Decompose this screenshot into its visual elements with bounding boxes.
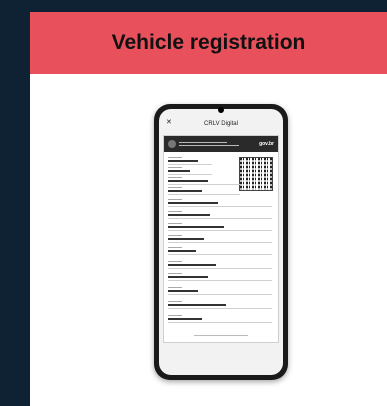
coat-of-arms-icon: [168, 140, 176, 148]
document-header: gov.br: [164, 136, 278, 152]
doc-field: [168, 176, 240, 185]
close-icon[interactable]: ✕: [166, 118, 172, 126]
gov-brand: gov.br: [259, 141, 274, 147]
registration-card: Vehicle registration ✕ CRLV Digital gov.…: [30, 12, 387, 406]
doc-field: [168, 156, 212, 165]
camera-icon: [218, 107, 224, 113]
doc-field: [168, 210, 272, 219]
doc-field: [168, 286, 272, 295]
qr-code-icon: [239, 157, 273, 191]
doc-field: [168, 272, 272, 281]
doc-field: [168, 300, 272, 309]
crlv-document: gov.br: [163, 135, 279, 343]
doc-field: [168, 186, 240, 195]
doc-field: [168, 166, 212, 175]
banner: Vehicle registration: [30, 12, 387, 74]
doc-field: [168, 198, 272, 207]
doc-field: [168, 246, 272, 255]
app-title: CRLV Digital: [204, 121, 238, 127]
banner-title: Vehicle registration: [111, 31, 306, 54]
doc-field: [168, 314, 272, 323]
phone-screen: ✕ CRLV Digital gov.br: [159, 109, 283, 375]
doc-field: [168, 222, 272, 231]
doc-footer-line: [194, 334, 248, 336]
phone-mockup: ✕ CRLV Digital gov.br: [154, 104, 288, 380]
doc-field: [168, 234, 272, 243]
header-text-lines: [179, 140, 259, 148]
doc-field: [168, 260, 272, 269]
